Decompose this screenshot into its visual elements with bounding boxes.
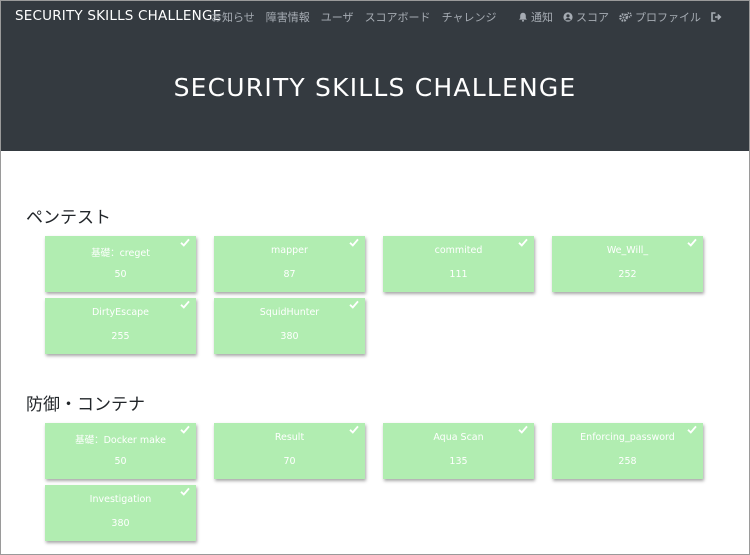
- navbar: SECURITY SKILLS CHALLENGE お知らせ 障害情報 ユーザ …: [1, 1, 749, 31]
- challenge-name: Aqua Scan: [433, 432, 484, 443]
- check-icon: [349, 425, 359, 434]
- challenge-card[interactable]: commited 111: [383, 236, 534, 292]
- section-title-defense: 防御・コンテナ: [26, 395, 145, 415]
- challenge-score: 50: [114, 269, 127, 280]
- check-icon: [518, 425, 528, 434]
- challenge-card[interactable]: Enforcing_password 258: [552, 423, 703, 479]
- check-icon: [518, 238, 528, 247]
- challenge-card[interactable]: Aqua Scan 135: [383, 423, 534, 479]
- brand-link[interactable]: SECURITY SKILLS CHALLENGE: [15, 8, 221, 24]
- challenge-name: Investigation: [89, 494, 152, 505]
- challenge-card[interactable]: Investigation 380: [45, 485, 196, 541]
- challenge-name: 基礎：Docker make: [75, 435, 166, 446]
- check-icon: [180, 238, 190, 247]
- challenge-card[interactable]: DirtyEscape 255: [45, 298, 196, 354]
- check-icon: [180, 425, 190, 434]
- challenge-score: 135: [449, 456, 468, 467]
- challenge-name: We_Will_: [606, 245, 649, 256]
- logout-button[interactable]: [711, 12, 725, 22]
- challenge-name: commited: [434, 245, 483, 256]
- nav-profile-label: プロファイル: [635, 11, 701, 24]
- challenge-card[interactable]: mapper 87: [214, 236, 365, 292]
- challenge-score: 70: [283, 456, 296, 467]
- check-icon: [349, 238, 359, 247]
- check-icon: [349, 300, 359, 309]
- nav-link-scoreboard[interactable]: スコアボード: [365, 9, 431, 25]
- challenge-card[interactable]: We_Will_ 252: [552, 236, 703, 292]
- challenge-name: SquidHunter: [259, 307, 320, 318]
- nav-links: お知らせ 障害情報 ユーザ スコアボード チャレンジ: [211, 9, 507, 25]
- challenge-name: Result: [274, 432, 305, 443]
- nav-link-challenges[interactable]: チャレンジ: [442, 9, 497, 25]
- section-title-pentest: ペンテスト: [26, 208, 111, 228]
- nav-link-incidents[interactable]: 障害情報: [266, 9, 310, 25]
- challenge-name: Enforcing_password: [580, 432, 675, 443]
- sign-out-icon: [711, 12, 722, 22]
- nav-profile[interactable]: プロファイル: [619, 9, 701, 25]
- challenge-name: 基礎：creget: [91, 248, 150, 259]
- nav-link-notices[interactable]: お知らせ: [211, 9, 255, 25]
- user-circle-icon: [563, 12, 573, 22]
- challenge-score: 258: [618, 456, 637, 467]
- challenge-score: 50: [114, 456, 127, 467]
- challenge-card[interactable]: SquidHunter 380: [214, 298, 365, 354]
- challenge-card[interactable]: 基礎：creget 50: [45, 236, 196, 292]
- challenge-card[interactable]: Result 70: [214, 423, 365, 479]
- nav-right: 通知 スコア プロファイル: [508, 9, 725, 25]
- page-title: SECURITY SKILLS CHALLENGE: [173, 73, 577, 102]
- check-icon: [687, 238, 697, 247]
- nav-score[interactable]: スコア: [563, 9, 609, 25]
- nav-notify[interactable]: 通知: [518, 9, 553, 25]
- challenge-score: 111: [449, 269, 468, 280]
- nav-link-users[interactable]: ユーザ: [321, 9, 354, 25]
- challenge-card[interactable]: 基礎：Docker make 50: [45, 423, 196, 479]
- check-icon: [687, 425, 697, 434]
- check-icon: [180, 300, 190, 309]
- gears-icon: [619, 12, 632, 22]
- challenge-name: DirtyEscape: [91, 307, 150, 318]
- challenge-score: 380: [280, 331, 299, 342]
- header: SECURITY SKILLS CHALLENGE お知らせ 障害情報 ユーザ …: [1, 1, 749, 151]
- nav-score-label: スコア: [576, 11, 609, 24]
- challenge-score: 252: [618, 269, 637, 280]
- challenge-score: 255: [111, 331, 130, 342]
- challenge-score: 87: [283, 269, 296, 280]
- challenge-score: 380: [111, 518, 130, 529]
- nav-notify-label: 通知: [531, 11, 553, 24]
- check-icon: [180, 487, 190, 496]
- challenge-name: mapper: [271, 245, 308, 256]
- bell-icon: [519, 12, 527, 22]
